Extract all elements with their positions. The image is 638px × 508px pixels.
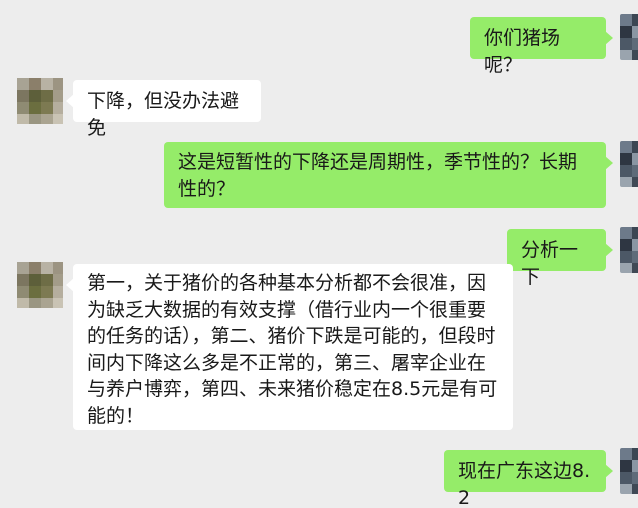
my-avatar[interactable] <box>620 448 638 494</box>
my-avatar[interactable] <box>620 14 638 60</box>
outgoing-message-bubble[interactable]: 现在广东这边8.2 <box>444 450 613 508</box>
message-text: 下降，但没办法避免 <box>87 90 240 139</box>
message-text: 分析一下 <box>521 239 579 288</box>
message-text: 现在广东这边8.2 <box>458 460 591 508</box>
incoming-message-bubble[interactable]: 第一，关于猪价的各种基本分析都不会很准，因为缺乏大数据的有效支撑（借行业内一个很… <box>66 264 513 430</box>
my-avatar[interactable] <box>620 141 638 187</box>
message-text: 这是短暂性的下降还是周期性，季节性的？长期性的？ <box>178 151 578 200</box>
message-text: 第一，关于猪价的各种基本分析都不会很准，因为缺乏大数据的有效支撑（借行业内一个很… <box>87 272 498 427</box>
incoming-message-bubble[interactable]: 下降，但没办法避免 <box>66 80 261 139</box>
chat-window: 你们猪场呢？ 下降，但没办法避免 这是短暂性的下降还是周期性，季节性的？长期性的 <box>0 0 638 508</box>
outgoing-message-bubble[interactable]: 你们猪场呢？ <box>470 17 613 76</box>
message-text: 你们猪场呢？ <box>484 27 561 76</box>
my-avatar[interactable] <box>620 227 638 273</box>
outgoing-message-bubble[interactable]: 这是短暂性的下降还是周期性，季节性的？长期性的？ <box>164 142 613 208</box>
contact-avatar[interactable] <box>17 78 63 124</box>
contact-avatar[interactable] <box>17 262 63 308</box>
outgoing-message-bubble[interactable]: 分析一下 <box>507 229 613 288</box>
